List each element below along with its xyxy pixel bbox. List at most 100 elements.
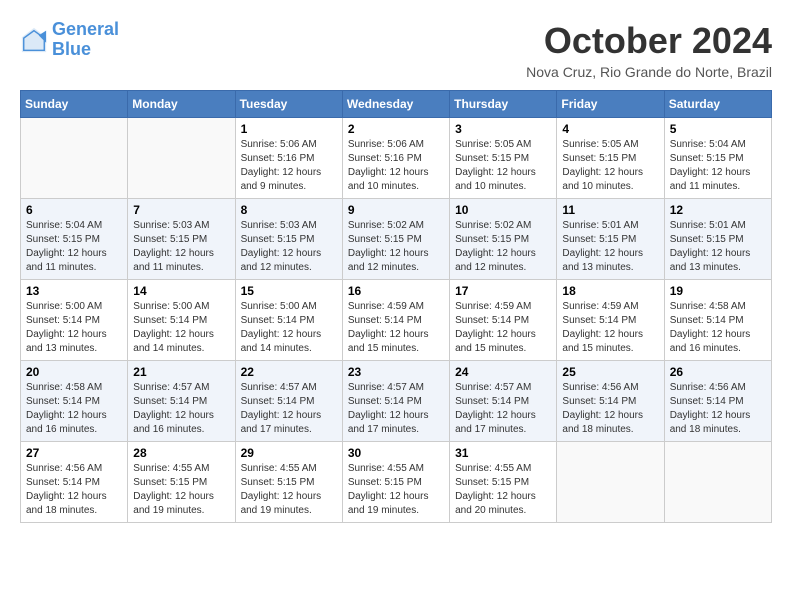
day-info: Sunrise: 5:04 AMSunset: 5:15 PMDaylight:… bbox=[26, 219, 122, 275]
weekday-header: Sunday bbox=[21, 91, 128, 118]
calendar-cell: 23 Sunrise: 4:57 AMSunset: 5:14 PMDayligh… bbox=[342, 361, 449, 442]
day-number: 28 bbox=[133, 446, 229, 460]
calendar-week-row: 20Sunrise: 4:58 AMSunset: 5:14 PMDayligh… bbox=[21, 361, 772, 442]
weekday-header: Wednesday bbox=[342, 91, 449, 118]
day-number: 30 bbox=[348, 446, 444, 460]
day-number: 18 bbox=[562, 284, 658, 298]
day-info: Sunrise: 4:55 AMSunset: 5:15 PMDaylight:… bbox=[455, 462, 551, 518]
day-info: Sunrise: 5:02 AMSunset: 5:15 PMDaylight:… bbox=[455, 219, 551, 275]
calendar-cell: 9 Sunrise: 5:02 AMSunset: 5:15 PMDaylight… bbox=[342, 199, 449, 280]
calendar-cell: 22 Sunrise: 4:57 AMSunset: 5:14 PMDayligh… bbox=[235, 361, 342, 442]
day-info: Sunrise: 5:05 AMSunset: 5:15 PMDaylight:… bbox=[455, 138, 551, 194]
day-number: 29 bbox=[241, 446, 337, 460]
day-number: 23 bbox=[348, 365, 444, 379]
calendar-cell: 6 Sunrise: 5:04 AMSunset: 5:15 PMDaylight… bbox=[21, 199, 128, 280]
day-info: Sunrise: 4:59 AMSunset: 5:14 PMDaylight:… bbox=[348, 300, 444, 356]
calendar-cell: 26Sunrise: 4:56 AMSunset: 5:14 PMDayligh… bbox=[664, 361, 771, 442]
calendar-cell: 17Sunrise: 4:59 AMSunset: 5:14 PMDayligh… bbox=[450, 280, 557, 361]
day-number: 9 bbox=[348, 203, 444, 217]
day-number: 7 bbox=[133, 203, 229, 217]
calendar-cell: 14 Sunrise: 5:00 AMSunset: 5:14 PMDayligh… bbox=[128, 280, 235, 361]
day-number: 21 bbox=[133, 365, 229, 379]
calendar-cell: 4Sunrise: 5:05 AMSunset: 5:15 PMDaylight… bbox=[557, 118, 664, 199]
day-number: 2 bbox=[348, 122, 444, 136]
day-info: Sunrise: 5:00 AMSunset: 5:14 PMDaylight:… bbox=[133, 300, 229, 356]
day-number: 8 bbox=[241, 203, 337, 217]
day-info: Sunrise: 5:01 AMSunset: 5:15 PMDaylight:… bbox=[562, 219, 658, 275]
day-info: Sunrise: 5:02 AMSunset: 5:15 PMDaylight:… bbox=[348, 219, 444, 275]
day-info: Sunrise: 4:57 AMSunset: 5:14 PMDaylight:… bbox=[348, 381, 444, 437]
weekday-header: Tuesday bbox=[235, 91, 342, 118]
day-number: 11 bbox=[562, 203, 658, 217]
title-block: October 2024 Nova Cruz, Rio Grande do No… bbox=[526, 20, 772, 80]
calendar-cell: 28 Sunrise: 4:55 AMSunset: 5:15 PMDayligh… bbox=[128, 442, 235, 523]
day-info: Sunrise: 4:55 AMSunset: 5:15 PMDaylight:… bbox=[348, 462, 444, 518]
calendar-cell: 10Sunrise: 5:02 AMSunset: 5:15 PMDayligh… bbox=[450, 199, 557, 280]
calendar-cell: 15Sunrise: 5:00 AMSunset: 5:14 PMDayligh… bbox=[235, 280, 342, 361]
day-number: 12 bbox=[670, 203, 766, 217]
logo-blue: Blue bbox=[52, 39, 91, 59]
day-info: Sunrise: 4:56 AMSunset: 5:14 PMDaylight:… bbox=[562, 381, 658, 437]
day-number: 3 bbox=[455, 122, 551, 136]
calendar-week-row: 1 Sunrise: 5:06 AMSunset: 5:16 PMDaylight… bbox=[21, 118, 772, 199]
day-number: 19 bbox=[670, 284, 766, 298]
calendar-cell bbox=[128, 118, 235, 199]
calendar-cell: 7 Sunrise: 5:03 AMSunset: 5:15 PMDaylight… bbox=[128, 199, 235, 280]
calendar-cell: 20Sunrise: 4:58 AMSunset: 5:14 PMDayligh… bbox=[21, 361, 128, 442]
day-number: 24 bbox=[455, 365, 551, 379]
calendar-cell: 12Sunrise: 5:01 AMSunset: 5:15 PMDayligh… bbox=[664, 199, 771, 280]
month-title: October 2024 bbox=[526, 20, 772, 62]
calendar-table: SundayMondayTuesdayWednesdayThursdayFrid… bbox=[20, 90, 772, 523]
logo-icon bbox=[20, 26, 48, 54]
day-info: Sunrise: 5:06 AMSunset: 5:16 PMDaylight:… bbox=[348, 138, 444, 194]
day-info: Sunrise: 5:03 AMSunset: 5:15 PMDaylight:… bbox=[241, 219, 337, 275]
day-number: 22 bbox=[241, 365, 337, 379]
calendar-cell: 16Sunrise: 4:59 AMSunset: 5:14 PMDayligh… bbox=[342, 280, 449, 361]
calendar-cell bbox=[21, 118, 128, 199]
day-info: Sunrise: 5:03 AMSunset: 5:15 PMDaylight:… bbox=[133, 219, 229, 275]
calendar-cell: 5 Sunrise: 5:04 AMSunset: 5:15 PMDaylight… bbox=[664, 118, 771, 199]
calendar-cell: 11 Sunrise: 5:01 AMSunset: 5:15 PMDayligh… bbox=[557, 199, 664, 280]
day-info: Sunrise: 4:57 AMSunset: 5:14 PMDaylight:… bbox=[133, 381, 229, 437]
calendar-cell: 30 Sunrise: 4:55 AMSunset: 5:15 PMDayligh… bbox=[342, 442, 449, 523]
day-number: 5 bbox=[670, 122, 766, 136]
calendar-cell bbox=[664, 442, 771, 523]
calendar-week-row: 27Sunrise: 4:56 AMSunset: 5:14 PMDayligh… bbox=[21, 442, 772, 523]
day-info: Sunrise: 4:58 AMSunset: 5:14 PMDaylight:… bbox=[670, 300, 766, 356]
calendar-cell: 27Sunrise: 4:56 AMSunset: 5:14 PMDayligh… bbox=[21, 442, 128, 523]
calendar-cell: 25 Sunrise: 4:56 AMSunset: 5:14 PMDayligh… bbox=[557, 361, 664, 442]
day-info: Sunrise: 4:57 AMSunset: 5:14 PMDaylight:… bbox=[455, 381, 551, 437]
day-info: Sunrise: 5:05 AMSunset: 5:15 PMDaylight:… bbox=[562, 138, 658, 194]
calendar-cell: 3 Sunrise: 5:05 AMSunset: 5:15 PMDaylight… bbox=[450, 118, 557, 199]
calendar-header-row: SundayMondayTuesdayWednesdayThursdayFrid… bbox=[21, 91, 772, 118]
day-number: 25 bbox=[562, 365, 658, 379]
day-number: 13 bbox=[26, 284, 122, 298]
calendar-cell: 19 Sunrise: 4:58 AMSunset: 5:14 PMDayligh… bbox=[664, 280, 771, 361]
logo: General Blue bbox=[20, 20, 119, 60]
calendar-cell: 1Sunrise: 5:06 AMSunset: 5:16 PMDaylight… bbox=[235, 118, 342, 199]
day-number: 14 bbox=[133, 284, 229, 298]
calendar-cell: 13Sunrise: 5:00 AMSunset: 5:14 PMDayligh… bbox=[21, 280, 128, 361]
calendar-cell bbox=[557, 442, 664, 523]
day-info: Sunrise: 4:59 AMSunset: 5:14 PMDaylight:… bbox=[562, 300, 658, 356]
calendar-cell: 18 Sunrise: 4:59 AMSunset: 5:14 PMDayligh… bbox=[557, 280, 664, 361]
day-info: Sunrise: 4:57 AMSunset: 5:14 PMDaylight:… bbox=[241, 381, 337, 437]
calendar-cell: 2 Sunrise: 5:06 AMSunset: 5:16 PMDaylight… bbox=[342, 118, 449, 199]
day-number: 6 bbox=[26, 203, 122, 217]
day-number: 1 bbox=[241, 122, 337, 136]
day-number: 20 bbox=[26, 365, 122, 379]
day-info: Sunrise: 4:56 AMSunset: 5:14 PMDaylight:… bbox=[670, 381, 766, 437]
day-info: Sunrise: 5:04 AMSunset: 5:15 PMDaylight:… bbox=[670, 138, 766, 194]
day-number: 15 bbox=[241, 284, 337, 298]
weekday-header: Thursday bbox=[450, 91, 557, 118]
weekday-header: Friday bbox=[557, 91, 664, 118]
calendar-week-row: 6 Sunrise: 5:04 AMSunset: 5:15 PMDaylight… bbox=[21, 199, 772, 280]
calendar-cell: 21 Sunrise: 4:57 AMSunset: 5:14 PMDayligh… bbox=[128, 361, 235, 442]
location: Nova Cruz, Rio Grande do Norte, Brazil bbox=[526, 64, 772, 80]
calendar-cell: 31Sunrise: 4:55 AMSunset: 5:15 PMDayligh… bbox=[450, 442, 557, 523]
logo-general: General bbox=[52, 19, 119, 39]
calendar-cell: 8 Sunrise: 5:03 AMSunset: 5:15 PMDaylight… bbox=[235, 199, 342, 280]
day-info: Sunrise: 4:55 AMSunset: 5:15 PMDaylight:… bbox=[133, 462, 229, 518]
calendar-cell: 29Sunrise: 4:55 AMSunset: 5:15 PMDayligh… bbox=[235, 442, 342, 523]
weekday-header: Saturday bbox=[664, 91, 771, 118]
